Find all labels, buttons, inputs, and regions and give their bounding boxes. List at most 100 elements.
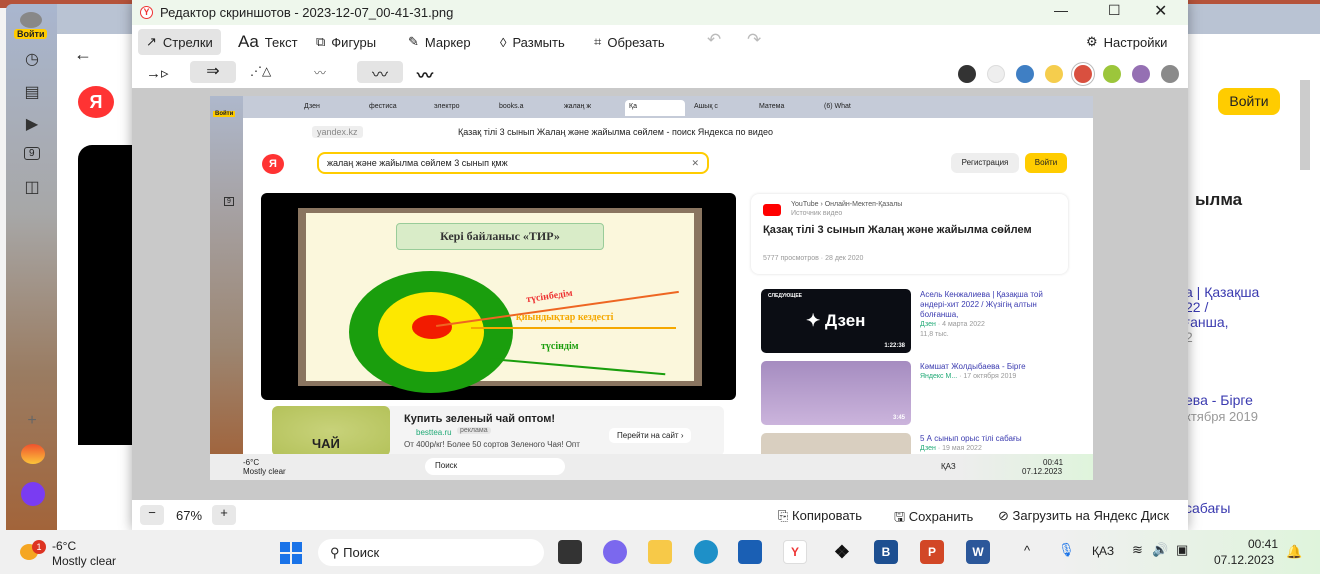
battery-icon[interactable]: ▣ [1176, 542, 1188, 558]
chat-icon[interactable] [603, 540, 627, 564]
video-player-bg [78, 145, 138, 445]
stroke-thick[interactable]: 〰 [417, 62, 433, 86]
arrow-style-thick[interactable]: ⇒ [190, 61, 236, 83]
related-title: Асель Кенжалиева | Қазақша той әндері-хи… [920, 290, 1043, 319]
bell-icon[interactable]: 🔔 [1286, 544, 1302, 560]
arrow-style-dotted[interactable]: ⋰△ [250, 64, 271, 78]
inner-search-input: жалаң және жайылма сөйлем 3 сынып қмж ✕ [317, 152, 709, 174]
ad-badge: реклама [457, 427, 491, 434]
dropbox-icon[interactable]: ❖ [830, 540, 854, 564]
arrow-icon: ↗ [146, 34, 157, 49]
taskview-icon[interactable] [558, 540, 582, 564]
zoom-out-button[interactable]: − [140, 505, 164, 525]
save-button[interactable]: 🖫 Сохранить [894, 508, 973, 530]
related-title: Кәмшат Жолдыбаева - Бірге [920, 362, 1026, 371]
arrow-style-thin[interactable]: →▹ [146, 64, 169, 82]
yandex-browser-icon[interactable]: Y [783, 540, 807, 564]
tool-label: Стрелки [162, 34, 213, 50]
b-app-icon[interactable]: B [874, 540, 898, 564]
inner-taskbar: -6°C Mostly clear Поиск ҚАЗ 00:41 07.12.… [210, 454, 1093, 480]
powerpoint-icon[interactable]: P [920, 540, 944, 564]
redo-icon[interactable]: ↷ [747, 30, 761, 50]
upload-disk-button[interactable]: ⊘ Загрузить на Яндекс Диск [998, 508, 1169, 524]
profile-login[interactable]: Войти [14, 29, 48, 39]
inner-sidebar: Войти 9 [210, 96, 243, 454]
language-indicator[interactable]: ҚАЗ [1092, 544, 1114, 558]
title-bar: Y Редактор скриншотов - 2023-12-07_00-41… [132, 0, 1188, 25]
inner-tab: books.a [499, 103, 524, 110]
ad-title: Купить зеленый чай оптом! [404, 413, 556, 425]
add-icon[interactable]: + [18, 412, 46, 430]
minimize-button[interactable]: — [1054, 2, 1068, 18]
related-partial-2[interactable]: ева - Бірге [1185, 392, 1253, 408]
tool-label: Фигуры [331, 34, 377, 50]
color-swatch[interactable] [1074, 65, 1092, 83]
edge-icon[interactable] [694, 540, 718, 564]
related-partial-3[interactable]: сабағы [1185, 500, 1230, 516]
slide-label: қиындықтар кездесті [516, 312, 614, 323]
search-icon: ⚲ [330, 545, 344, 560]
tool-label: Размыть [512, 34, 565, 50]
tool-shapes[interactable]: ⧉ Фигуры [308, 29, 384, 55]
clock-date[interactable]: 07.12.2023 [1214, 553, 1274, 567]
text-icon: Aa [238, 32, 259, 51]
explorer-icon[interactable] [648, 540, 672, 564]
inner-video-info: YouTube › Онлайн-Мектеп-Қазалы Источник … [751, 194, 1068, 274]
color-swatch[interactable] [1132, 65, 1150, 83]
inner-video: Кері байланыс «ТИР» түсінбедім қиындықта… [261, 193, 736, 400]
inner-counter: 9 [224, 197, 234, 206]
color-swatch[interactable] [1161, 65, 1179, 83]
store-icon[interactable] [738, 540, 762, 564]
inner-tab: (6) What [824, 103, 851, 110]
clock-time[interactable]: 00:41 [1248, 537, 1278, 551]
screenshot-icon[interactable]: ◫ [18, 177, 46, 197]
back-icon[interactable]: ← [74, 44, 92, 65]
tool-text[interactable]: Aa Текст [230, 29, 306, 55]
copy-icon: ⎘ [778, 508, 793, 523]
color-swatch[interactable] [958, 65, 976, 83]
counter-badge[interactable]: 9 [24, 147, 40, 160]
close-button[interactable]: ✕ [1154, 1, 1167, 21]
slide-label: түсіндім [541, 341, 579, 352]
collections-icon[interactable]: ▤ [18, 82, 46, 102]
wifi-icon[interactable]: ≋ [1132, 542, 1143, 558]
color-swatch[interactable] [1045, 65, 1063, 83]
inner-tab: жалаң ж [564, 103, 592, 110]
related-title: 5 А сынып орыс тілі сабағы [920, 434, 1022, 443]
inner-login: Войти [1025, 153, 1067, 173]
mail-icon[interactable] [21, 444, 45, 464]
related-partial[interactable]: а | Қазақша 22 /ғанша, 2 [1185, 285, 1259, 345]
settings-button[interactable]: ⚙ Настройки [1078, 29, 1175, 55]
volume-icon[interactable]: 🔊 [1152, 542, 1168, 558]
save-icon: 🖫 [894, 509, 909, 524]
related-meta: Дзен · 19 мая 2022 [920, 445, 982, 452]
taskbar-search[interactable]: ⚲ Поиск [318, 539, 544, 566]
tool-blur[interactable]: ◊ Размыть [492, 29, 573, 55]
color-swatch[interactable] [987, 65, 1005, 83]
history-icon[interactable]: ◷ [18, 49, 46, 69]
microphone-icon[interactable]: 🎙 [1058, 542, 1075, 558]
color-swatch[interactable] [1103, 65, 1121, 83]
undo-icon[interactable]: ↶ [707, 30, 721, 50]
maximize-button[interactable]: ☐ [1108, 2, 1121, 19]
avatar[interactable] [20, 12, 42, 28]
yandex-logo[interactable]: Я [78, 86, 114, 118]
drop-icon: ◊ [500, 34, 507, 50]
scrollbar[interactable] [1300, 80, 1310, 170]
stroke-medium[interactable]: 〰 [357, 61, 403, 84]
alice-icon[interactable] [21, 482, 45, 506]
screenshot-image[interactable]: Войти 9 Дзен фестиса электро books.a жалаң ж… [210, 96, 1093, 480]
tool-marker[interactable]: ✎ Маркер [400, 29, 479, 55]
video-icon[interactable]: ▶ [18, 114, 46, 134]
tool-arrows[interactable]: ↗ Стрелки [138, 29, 221, 55]
copy-button[interactable]: ⎘ Копировать [778, 508, 862, 524]
color-swatch[interactable] [1016, 65, 1034, 83]
chevron-up-icon[interactable]: ^ [1024, 543, 1030, 558]
inner-tab: Ашық с [694, 103, 718, 110]
login-button-bg[interactable]: Войти [1218, 88, 1280, 115]
tool-crop[interactable]: ⌗ Обрезать [586, 29, 673, 55]
start-button[interactable] [280, 542, 302, 564]
stroke-thin[interactable]: 〰 [314, 64, 326, 81]
word-icon[interactable]: W [966, 540, 990, 564]
zoom-in-button[interactable]: + [212, 505, 236, 525]
